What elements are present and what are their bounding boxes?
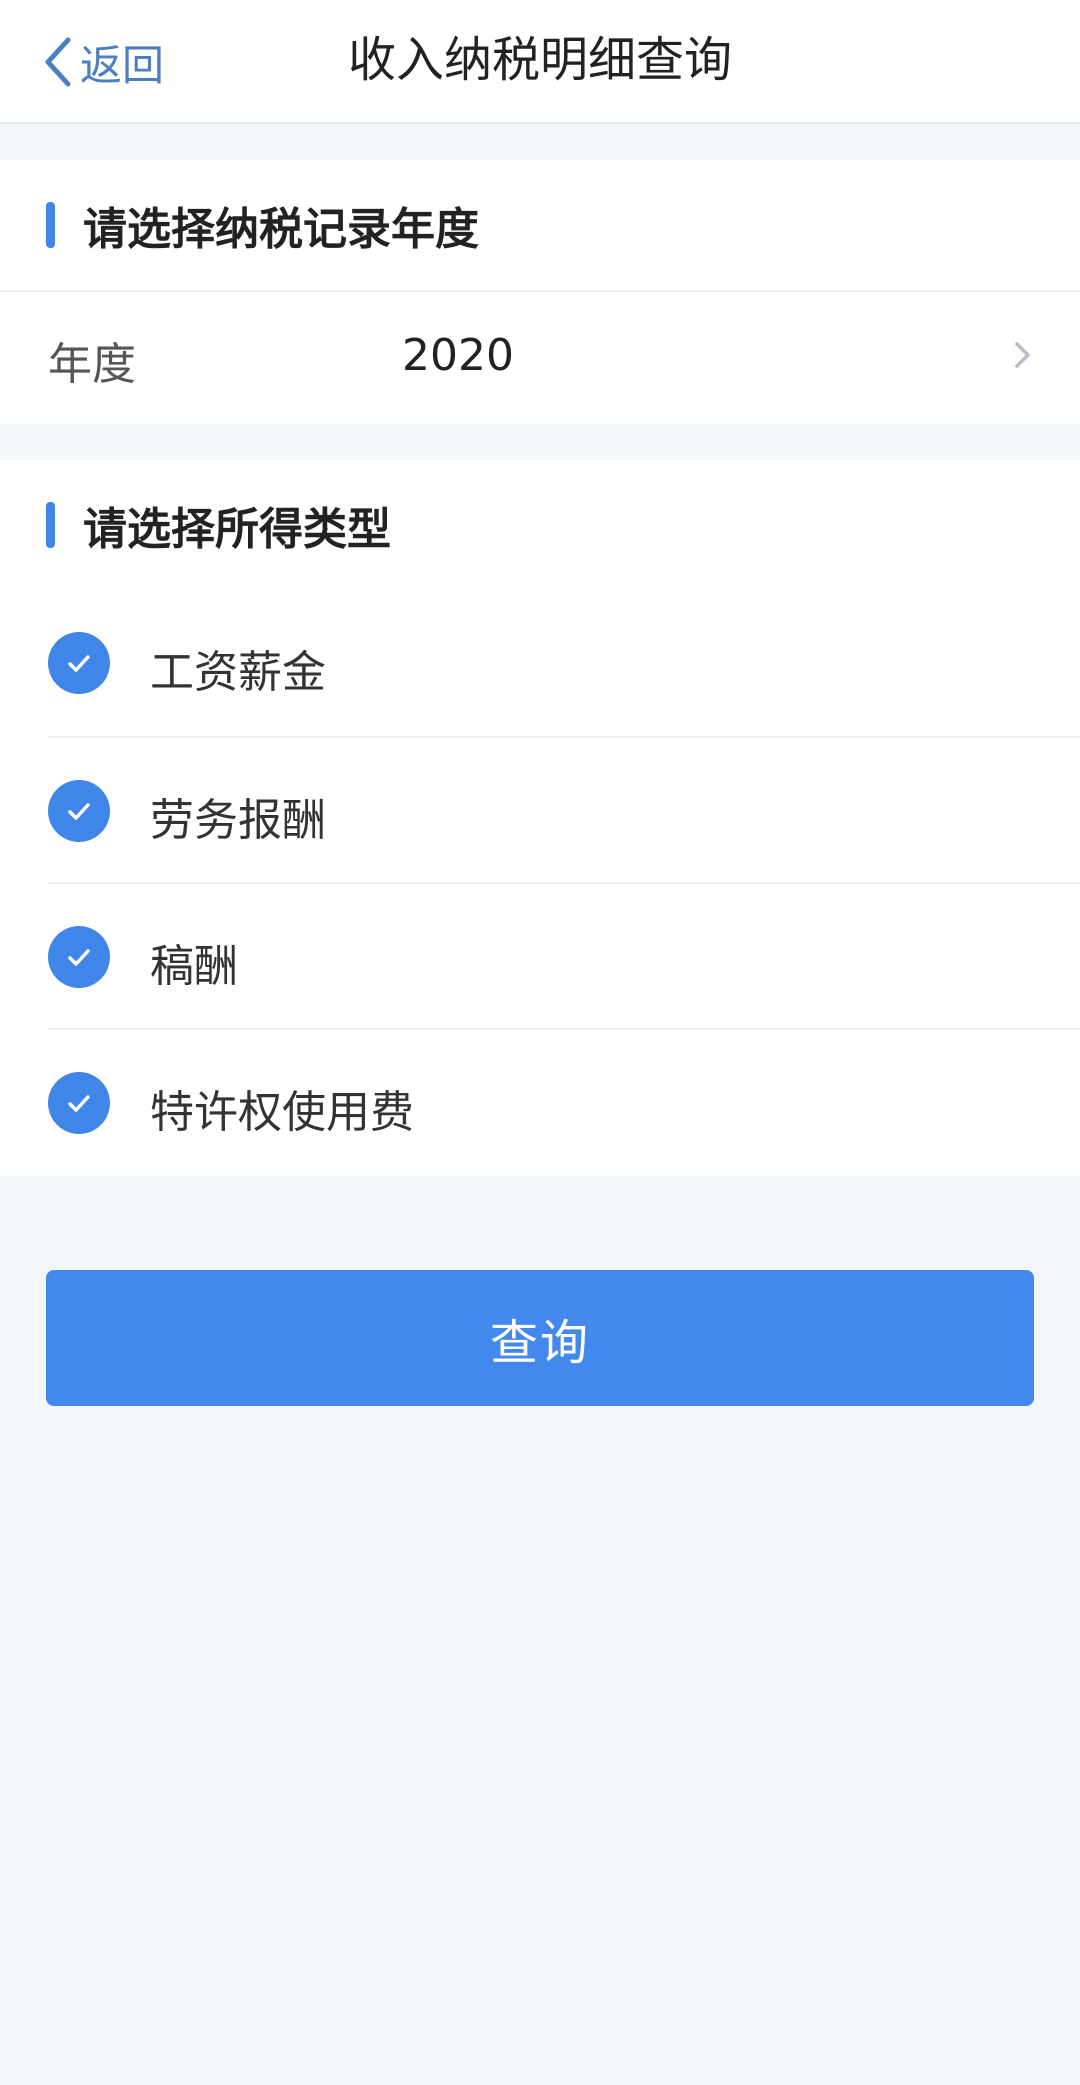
option-label: 特许权使用费 <box>150 1087 414 1138</box>
year-value: 2020 <box>402 330 514 381</box>
checkbox-checked[interactable] <box>48 926 110 988</box>
chevron-right-icon <box>1015 342 1030 368</box>
query-button-label: 查询 <box>489 1317 590 1370</box>
year-section-title: 请选择纳税记录年度 <box>83 204 479 255</box>
option-label: 工资薪金 <box>150 647 326 698</box>
section-accent-bar <box>46 202 55 248</box>
year-label: 年度 <box>48 339 136 390</box>
checkbox-checked[interactable] <box>48 1072 110 1134</box>
option-label: 稿酬 <box>150 941 238 992</box>
nav-bar: 返回 收入纳税明细查询 <box>0 0 1080 124</box>
year-section-header: 请选择纳税记录年度 <box>0 160 1080 290</box>
year-section: 请选择纳税记录年度 年度 2020 <box>0 160 1080 424</box>
checkmark-icon <box>68 1095 90 1112</box>
checkmark-icon <box>68 803 90 820</box>
checkmark-icon <box>68 655 90 672</box>
checkbox-checked[interactable] <box>48 632 110 694</box>
option-label: 劳务报酬 <box>150 795 326 846</box>
section-accent-bar <box>46 502 55 548</box>
income-type-option[interactable]: 特许权使用费 <box>48 1028 1080 1174</box>
page-title: 收入纳税明细查询 <box>347 32 732 88</box>
checkmark-icon <box>68 949 90 966</box>
type-section-header: 请选择所得类型 <box>0 460 1080 590</box>
income-type-section: 请选择所得类型 工资薪金 劳务报酬 稿酬 特许权使用费 <box>0 460 1080 1176</box>
income-type-option[interactable]: 稿酬 <box>48 882 1080 1028</box>
income-type-option[interactable]: 工资薪金 <box>48 590 1080 736</box>
query-button[interactable]: 查询 <box>46 1270 1034 1406</box>
year-selector-row[interactable]: 年度 2020 <box>0 290 1080 422</box>
checkbox-checked[interactable] <box>48 780 110 842</box>
type-section-title: 请选择所得类型 <box>83 504 391 555</box>
income-type-option[interactable]: 劳务报酬 <box>48 736 1080 882</box>
